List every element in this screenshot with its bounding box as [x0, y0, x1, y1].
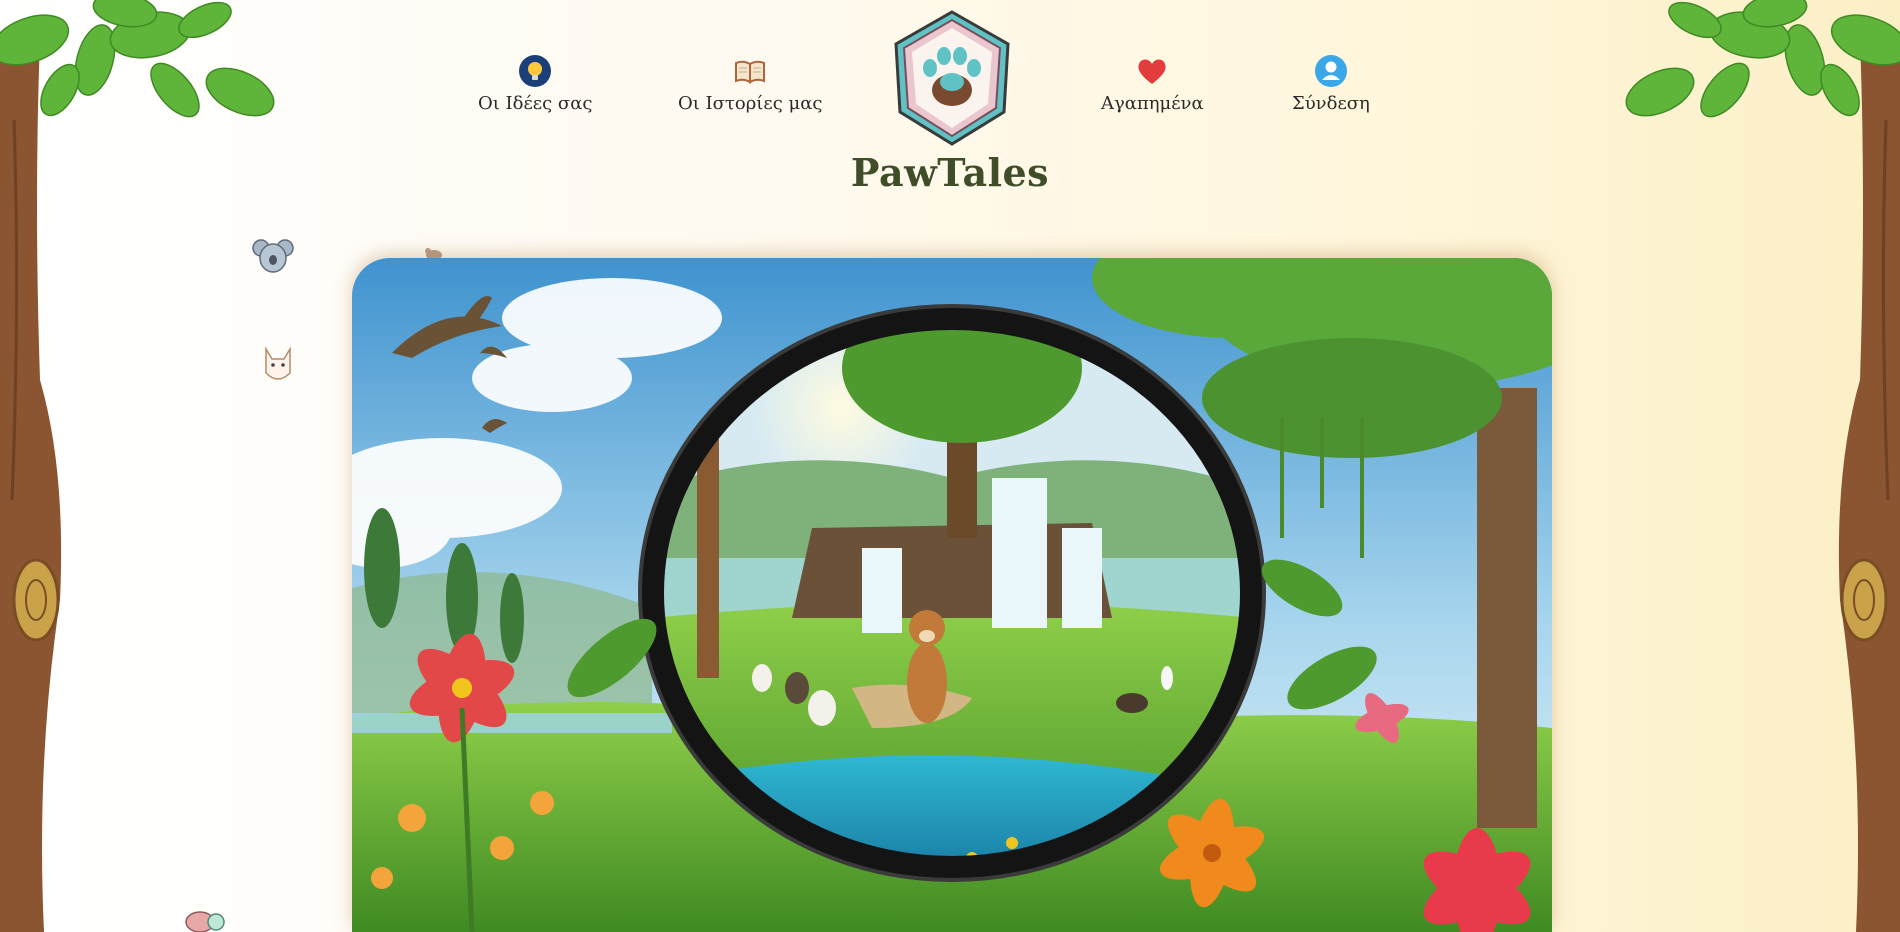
right-tree-decoration — [1625, 0, 1900, 932]
left-tree-decoration — [0, 0, 275, 932]
nav-label: Οι Ιστορίες μας — [678, 93, 823, 114]
nav-label: Αγαπημένα — [1101, 93, 1204, 114]
lightbulb-icon — [519, 55, 552, 87]
nav-label: Σύνδεση — [1292, 93, 1370, 114]
user-icon — [1314, 55, 1347, 87]
nav-your-ideas[interactable]: Οι Ιδέες σας — [478, 55, 592, 114]
cat-icon — [265, 346, 291, 380]
nav-favorites[interactable]: Αγαπημένα — [1101, 55, 1204, 114]
open-book-icon — [735, 60, 766, 84]
nav-login[interactable]: Σύνδεση — [1292, 55, 1370, 114]
paw-logo[interactable] — [890, 10, 1014, 146]
heart-icon — [1138, 59, 1166, 84]
page-title: PawTales — [850, 150, 1050, 195]
turtle-icon — [185, 911, 225, 932]
koala-icon — [252, 239, 294, 273]
hero-illustration — [352, 258, 1552, 932]
nav-label: Οι Ιδέες σας — [478, 93, 593, 114]
nav-our-stories[interactable]: Οι Ιστορίες μας — [678, 55, 822, 114]
